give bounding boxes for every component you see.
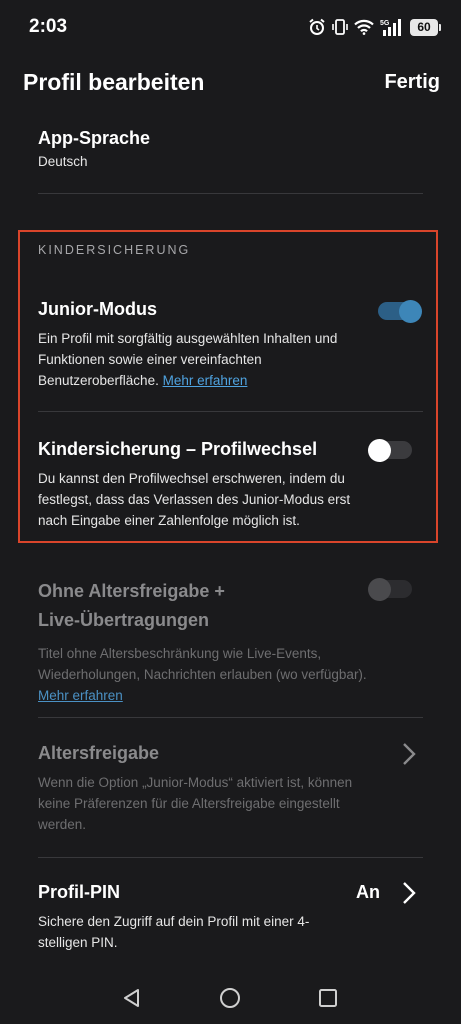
status-bar: 2:03 5G 60 xyxy=(0,0,461,56)
page-title: Profil bearbeiten xyxy=(23,69,205,95)
age-rating-description: Wenn die Option „Junior-Modus“ aktiviert… xyxy=(38,775,353,832)
profile-pin-value: An xyxy=(356,882,380,902)
junior-mode-toggle[interactable] xyxy=(378,300,422,323)
unrated-title: Ohne Altersfreigabe + Live-Übertragungen xyxy=(38,577,368,635)
junior-mode-description: Ein Profil mit sorgfältig ausgewählten I… xyxy=(38,328,368,391)
junior-mode-learn-more-link[interactable]: Mehr erfahren xyxy=(163,373,248,388)
alarm-icon xyxy=(308,18,326,36)
unrated-toggle[interactable] xyxy=(368,578,412,601)
battery-icon: 60 xyxy=(410,18,441,36)
battery-level: 60 xyxy=(410,18,438,36)
divider xyxy=(38,717,423,718)
signal-icon: 5G xyxy=(380,18,404,36)
wifi-icon xyxy=(354,19,374,35)
status-icons: 5G 60 xyxy=(308,16,441,38)
app-language-value: Deutsch xyxy=(38,154,88,169)
unrated-title-line1: Ohne Altersfreigabe + xyxy=(38,581,225,601)
divider xyxy=(38,857,423,858)
section-label-parental: KINDERSICHERUNG xyxy=(38,243,191,257)
profile-switch-toggle[interactable] xyxy=(368,439,412,462)
unrated-description: Titel ohne Altersbeschränkung wie Live-E… xyxy=(38,643,368,706)
junior-mode-row: Junior-Modus Ein Profil mit sorgfältig a… xyxy=(38,299,368,391)
done-button[interactable]: Fertig xyxy=(384,71,440,94)
profile-pin-row[interactable]: Profil-PIN Sichere den Zugriff auf dein … xyxy=(38,882,328,953)
status-time: 2:03 xyxy=(29,16,68,37)
age-rating-chevron-right-icon[interactable] xyxy=(402,742,416,771)
network-type: 5G xyxy=(380,20,390,27)
profile-pin-chevron-right-icon[interactable] xyxy=(402,881,416,910)
back-triangle-icon[interactable] xyxy=(122,988,142,1013)
age-rating-row[interactable]: Altersfreigabe Wenn die Option „Junior-M… xyxy=(38,743,373,835)
profile-pin-title: Profil-PIN xyxy=(38,882,121,902)
junior-mode-title: Junior-Modus xyxy=(38,299,157,319)
unrated-learn-more-link[interactable]: Mehr erfahren xyxy=(38,688,123,703)
divider xyxy=(38,411,423,412)
system-nav-bar xyxy=(0,968,461,1024)
recents-square-icon[interactable] xyxy=(318,988,338,1013)
unrated-title-line2: Live-Übertragungen xyxy=(38,610,210,630)
unrated-content-row: Ohne Altersfreigabe + Live-Übertragungen… xyxy=(38,577,368,706)
app-language-row[interactable]: App-Sprache Deutsch xyxy=(38,128,150,169)
age-rating-title: Altersfreigabe xyxy=(38,743,160,763)
vibrate-icon xyxy=(332,18,348,36)
profile-switch-title: Kindersicherung – Profilwechsel xyxy=(38,439,318,459)
app-language-title: App-Sprache xyxy=(38,128,151,148)
unrated-description-text: Titel ohne Altersbeschränkung wie Live-E… xyxy=(38,646,367,682)
profile-switch-description: Du kannst den Profilwechsel erschweren, … xyxy=(38,471,351,528)
divider xyxy=(38,193,423,194)
profile-pin-description: Sichere den Zugriff auf dein Profil mit … xyxy=(38,914,310,950)
home-circle-icon[interactable] xyxy=(219,987,241,1014)
profile-switch-row: Kindersicherung – Profilwechsel Du kanns… xyxy=(38,439,368,531)
